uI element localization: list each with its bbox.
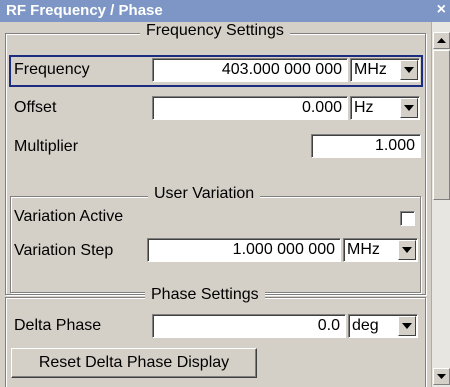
frequency-unit-select[interactable]: MHz <box>350 58 420 82</box>
variation-step-input[interactable]: 1.000 000 000 <box>147 238 341 262</box>
chevron-down-icon[interactable] <box>400 98 418 118</box>
variation-step-label: Variation Step <box>14 242 114 259</box>
arrow-down-icon[interactable] <box>433 368 450 385</box>
delta-phase-unit-value: deg <box>352 317 379 334</box>
chevron-down-icon[interactable] <box>398 316 416 336</box>
offset-unit-value: Hz <box>354 99 374 116</box>
frequency-label: Frequency <box>14 61 90 78</box>
multiplier-label: Multiplier <box>14 138 79 155</box>
multiplier-input[interactable]: 1.000 <box>311 134 421 158</box>
rf-frequency-phase-dialog: RF Frequency / Phase × Frequency Setting… <box>0 0 450 387</box>
offset-unit-select[interactable]: Hz <box>350 96 420 120</box>
delta-phase-unit-select[interactable]: deg <box>348 314 418 338</box>
close-icon[interactable]: × <box>437 1 446 19</box>
offset-label: Offset <box>14 99 57 116</box>
variation-active-checkbox[interactable] <box>400 211 415 226</box>
scrollbar-thumb[interactable] <box>433 50 450 200</box>
arrow-up-icon[interactable] <box>433 32 450 49</box>
delta-phase-label: Delta Phase <box>14 317 102 334</box>
offset-input[interactable]: 0.000 <box>152 96 348 120</box>
variation-step-unit-value: MHz <box>347 241 380 258</box>
frequency-settings-title: Frequency Settings <box>140 22 290 40</box>
delta-phase-input[interactable]: 0.0 <box>152 314 346 338</box>
dialog-content: Frequency Settings Frequency 403.000 000… <box>0 22 430 387</box>
phase-settings-title: Phase Settings <box>145 286 265 304</box>
dialog-title: RF Frequency / Phase <box>6 2 163 19</box>
vertical-scrollbar[interactable] <box>431 22 450 387</box>
title-bar: RF Frequency / Phase × <box>0 0 450 22</box>
variation-active-label: Variation Active <box>14 208 124 225</box>
reset-delta-phase-display-button[interactable]: Reset Delta Phase Display <box>11 348 257 378</box>
chevron-down-icon[interactable] <box>400 60 418 80</box>
chevron-down-icon[interactable] <box>398 240 416 260</box>
frequency-input[interactable]: 403.000 000 000 <box>152 58 348 82</box>
variation-step-unit-select[interactable]: MHz <box>343 238 418 262</box>
frequency-unit-value: MHz <box>354 61 387 78</box>
user-variation-title: User Variation <box>148 185 261 203</box>
